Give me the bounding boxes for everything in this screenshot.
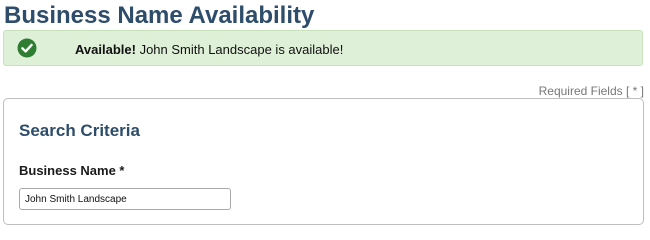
alert-message: Available! John Smith Landscape is avail… <box>75 42 343 58</box>
section-title: Search Criteria <box>19 121 140 140</box>
search-criteria-panel: Search Criteria Business Name * <box>3 98 644 225</box>
check-circle-icon <box>17 38 37 58</box>
alert-status: Available! <box>75 42 136 57</box>
alert-detail: John Smith Landscape is available! <box>139 42 344 57</box>
business-name-label: Business Name * <box>19 163 125 178</box>
business-name-input[interactable] <box>19 188 231 210</box>
required-fields-note: Required Fields [ * ] <box>538 84 644 98</box>
success-alert: Available! John Smith Landscape is avail… <box>3 30 643 66</box>
page-title: Business Name Availability <box>4 2 315 29</box>
